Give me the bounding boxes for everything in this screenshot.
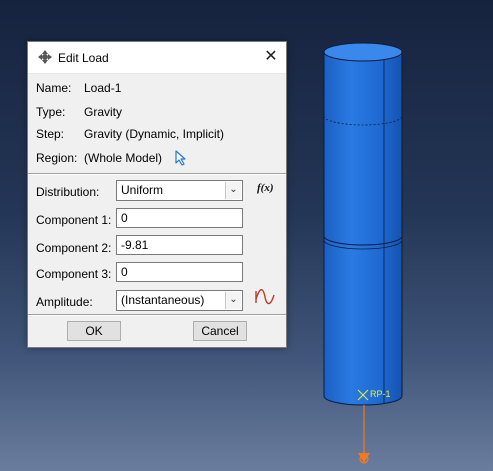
cancel-button[interactable]: Cancel [193,321,247,341]
component2-label: Component 2: [36,241,112,255]
region-label: Region: [36,151,78,165]
create-amplitude-icon[interactable] [254,289,276,305]
component3-label: Component 3: [36,267,112,281]
coordinate-axis-icon [358,405,370,464]
fx-function-icon[interactable]: f(x) [257,182,274,194]
close-button[interactable]: ✕ [256,42,286,72]
name-label: Name: [36,81,72,95]
cancel-button-label: Cancel [201,324,239,338]
amplitude-select[interactable]: (Instantaneous) ⌄ [116,290,243,311]
region-row: Region: (Whole Model) [36,151,162,165]
component2-field[interactable] [116,235,243,255]
rp-label: RP-1 [370,389,391,399]
cylinder-part [323,42,403,406]
step-label: Step: [36,127,65,141]
amplitude-value: (Instantaneous) [121,293,205,307]
edit-load-dialog[interactable]: Edit Load ✕ Name: Load-1 Type: Gravity Ste… [27,41,287,348]
step-row: Step: Gravity (Dynamic, Implicit) [36,127,224,141]
dialog-title: Edit Load [58,51,109,65]
close-icon: ✕ [264,48,278,65]
divider [28,314,286,316]
distribution-label: Distribution: [36,185,100,199]
type-row: Type: Gravity [36,105,122,119]
component3-field[interactable] [116,262,243,282]
type-label: Type: [36,105,66,119]
chevron-down-icon[interactable]: ⌄ [225,182,241,199]
dialog-titlebar[interactable]: Edit Load ✕ [28,42,286,74]
component1-label: Component 1: [36,213,112,227]
distribution-value: Uniform [121,183,164,197]
distribution-select[interactable]: Uniform ⌄ [116,180,243,201]
chevron-down-icon[interactable]: ⌄ [225,292,241,309]
select-region-cursor-icon[interactable] [174,150,188,166]
name-value: Load-1 [84,81,122,95]
region-value: (Whole Model) [84,151,163,165]
amplitude-label: Amplitude: [36,295,93,309]
load-editor-icon [38,50,52,64]
type-value: Gravity [84,105,123,119]
ok-button[interactable]: OK [67,321,121,341]
ok-button-label: OK [85,324,103,338]
name-row: Name: Load-1 [36,81,121,95]
component1-field[interactable] [116,208,243,228]
step-value: Gravity (Dynamic, Implicit) [84,127,225,141]
divider [28,173,286,175]
